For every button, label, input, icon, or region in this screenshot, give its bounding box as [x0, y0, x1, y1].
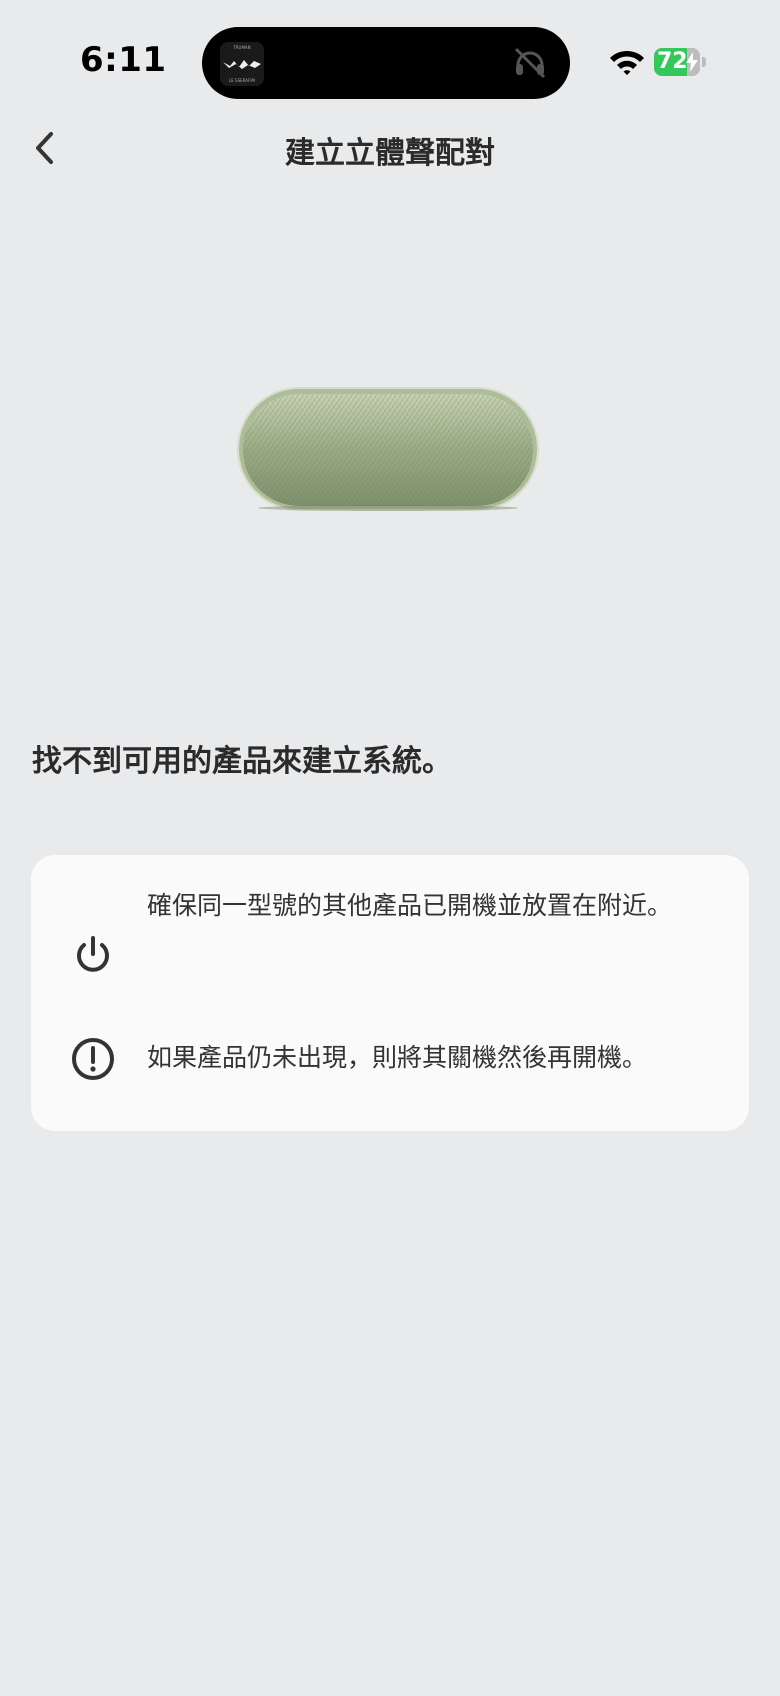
- speaker-product-image: [237, 387, 539, 511]
- tips-card: 確保同一型號的其他產品已開機並放置在附近。 如果產品仍未出現，則將其關機然後再開…: [31, 855, 749, 1131]
- status-bar: 6:11 TRUMAN LE SSERAFIM 72: [0, 0, 780, 120]
- alert-circle-icon: [72, 1038, 114, 1080]
- now-playing-artwork: TRUMAN LE SSERAFIM: [220, 42, 264, 86]
- battery-tip: [702, 57, 706, 67]
- charging-bolt-icon: [686, 52, 698, 72]
- power-icon: [77, 936, 109, 972]
- dynamic-island[interactable]: TRUMAN LE SSERAFIM: [202, 27, 570, 99]
- battery-body: 72: [654, 48, 700, 76]
- status-time: 6:11: [80, 40, 167, 80]
- navigation-bar: 建立立體聲配對: [0, 118, 780, 178]
- wifi-icon: [610, 50, 644, 75]
- muted-audio-icon: [514, 47, 546, 79]
- no-products-heading: 找不到可用的產品來建立系統。: [32, 744, 452, 779]
- tip-text-restart: 如果產品仍未出現，則將其關機然後再開機。: [147, 1043, 648, 1072]
- battery-indicator: 72: [654, 48, 706, 76]
- page-title: 建立立體聲配對: [285, 136, 495, 171]
- battery-level-text: 72: [657, 49, 688, 74]
- tip-text-power: 確保同一型號的其他產品已開機並放置在附近。: [147, 891, 673, 920]
- artwork-bottom-text: LE SSERAFIM: [229, 78, 255, 83]
